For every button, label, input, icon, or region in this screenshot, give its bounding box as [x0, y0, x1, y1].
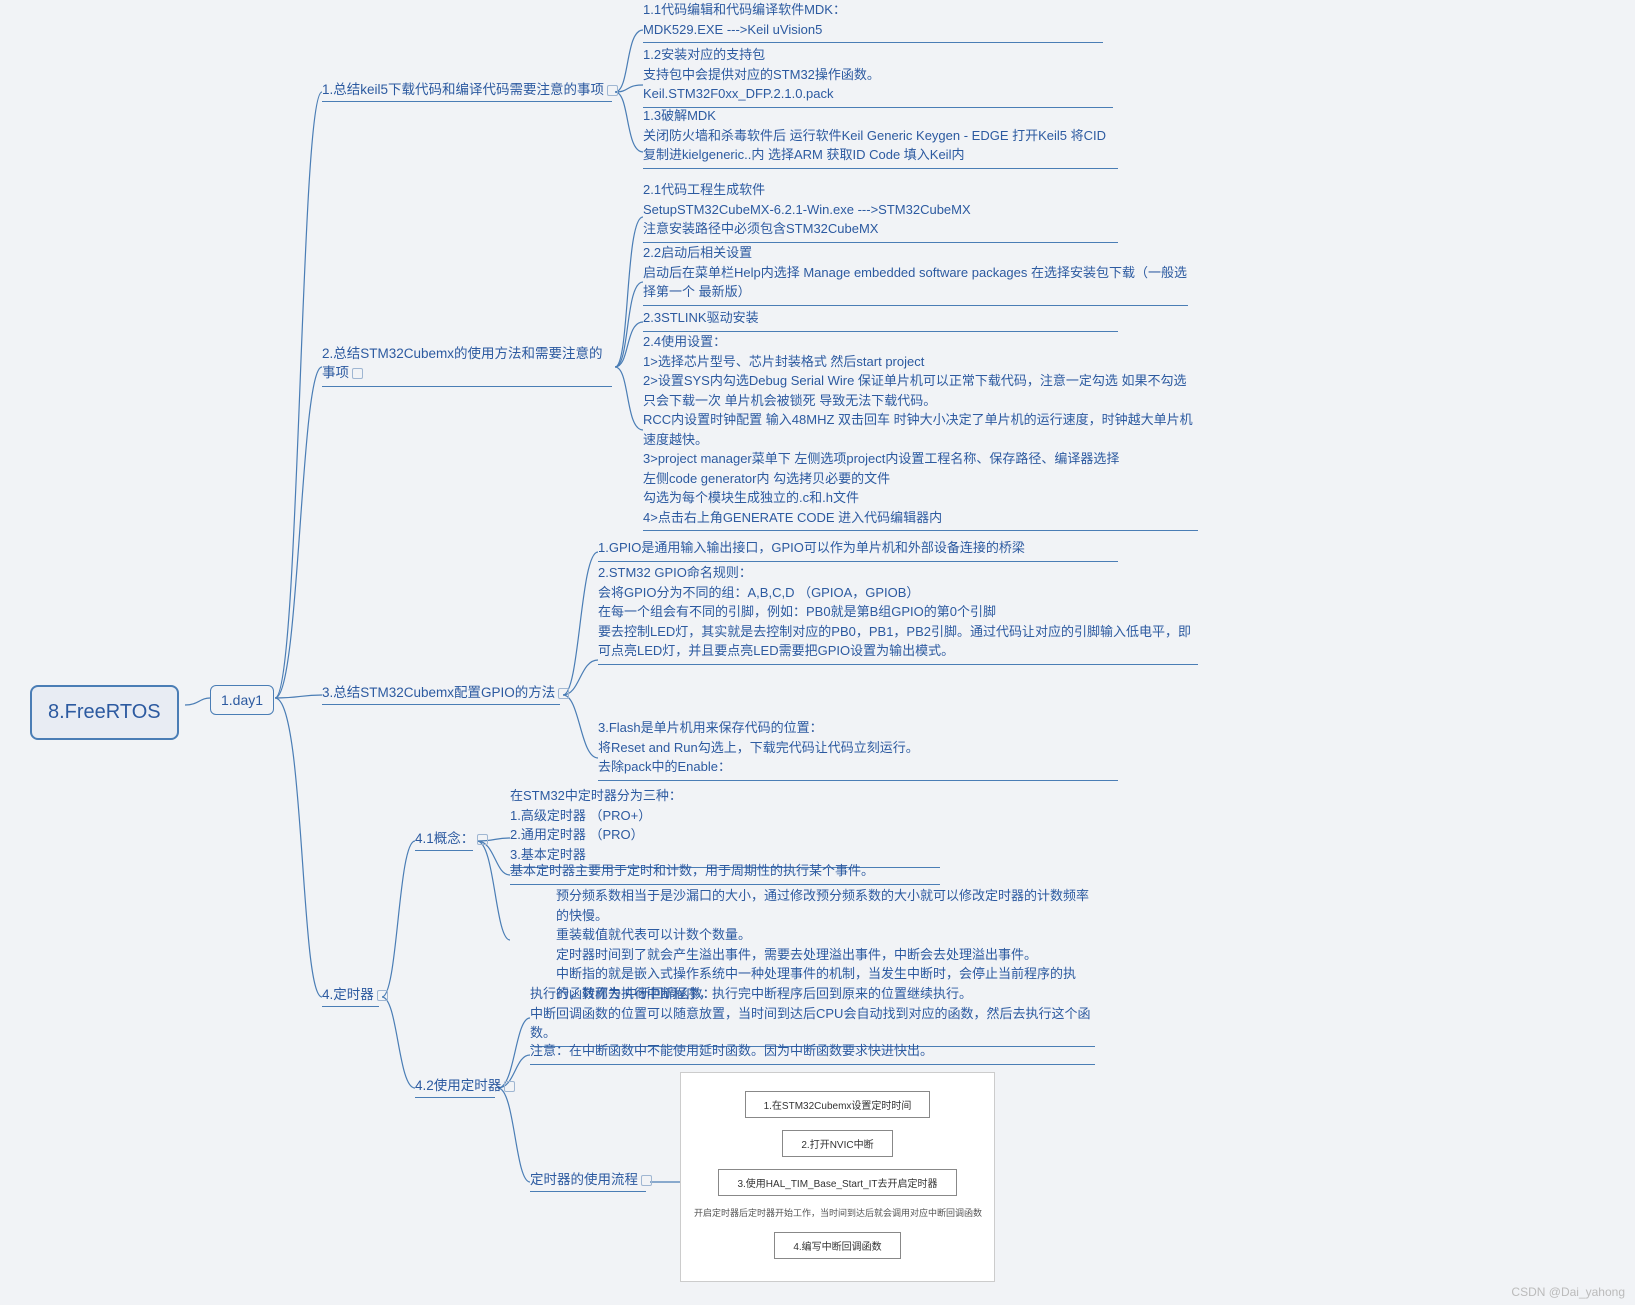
- branch-4[interactable]: 4.定时器: [322, 983, 379, 1007]
- timer-flow-image: 1.在STM32Cubemx设置定时时间 2.打开NVIC中断 3.使用HAL_…: [680, 1072, 995, 1282]
- note-icon: [504, 1081, 515, 1092]
- flow-step-3: 3.使用HAL_TIM_Base_Start_IT去开启定时器: [718, 1169, 956, 1196]
- flow-step-2: 2.打开NVIC中断: [782, 1130, 892, 1157]
- leaf-2-4[interactable]: 2.4使用设置： 1>选择芯片型号、芯片封装格式 然后start project…: [643, 332, 1198, 531]
- flow-note: 开启定时器后定时器开始工作，当时间到达后就会调用对应中断回调函数: [685, 1208, 982, 1220]
- branch-4-1[interactable]: 4.1概念：: [415, 827, 473, 851]
- branch-4-2[interactable]: 4.2使用定时器: [415, 1074, 495, 1098]
- branch-3-label: 3.总结STM32Cubemx配置GPIO的方法: [322, 685, 555, 700]
- leaf-1-2[interactable]: 1.2安装对应的支持包 支持包中会提供对应的STM32操作函数。 Keil.ST…: [643, 45, 1113, 108]
- branch-4-label: 4.定时器: [322, 987, 374, 1002]
- branch-3[interactable]: 3.总结STM32Cubemx配置GPIO的方法: [322, 681, 560, 705]
- leaf-3-2[interactable]: 2.STM32 GPIO命名规则： 会将GPIO分为不同的组：A,B,C,D （…: [598, 563, 1198, 665]
- leaf-3-3[interactable]: 3.Flash是单片机用来保存代码的位置： 将Reset and Run勾选上，…: [598, 718, 1118, 781]
- leaf-2-1[interactable]: 2.1代码工程生成软件 SetupSTM32CubeMX-6.2.1-Win.e…: [643, 180, 1118, 243]
- flow-step-4: 4.编写中断回调函数: [774, 1232, 900, 1259]
- note-icon: [558, 688, 569, 699]
- note-icon: [352, 368, 363, 379]
- leaf-1-3[interactable]: 1.3破解MDK 关闭防火墙和杀毒软件后 运行软件Keil Generic Ke…: [643, 106, 1118, 169]
- leaf-2-2[interactable]: 2.2启动后相关设置 启动后在菜单栏Help内选择 Manage embedde…: [643, 243, 1188, 306]
- flow-step-1: 1.在STM32Cubemx设置定时时间: [745, 1091, 931, 1118]
- leaf-4-2-a[interactable]: 执行的函数称为 中断回调函数： 中断回调函数的位置可以随意放置，当时间到达后CP…: [530, 984, 1095, 1047]
- leaf-4-1-b[interactable]: 基本定时器主要用于定时和计数，用于周期性的执行某个事件。: [510, 861, 940, 885]
- branch-4-2-label: 4.2使用定时器: [415, 1078, 501, 1093]
- root-node[interactable]: 8.FreeRTOS: [30, 685, 179, 740]
- leaf-1-1[interactable]: 1.1代码编辑和代码编译软件MDK： MDK529.EXE --->Keil u…: [643, 0, 1103, 43]
- branch-1[interactable]: 1.总结keil5下载代码和编译代码需要注意的事项: [322, 78, 612, 102]
- branch-1-label: 1.总结keil5下载代码和编译代码需要注意的事项: [322, 82, 604, 97]
- leaf-3-1[interactable]: 1.GPIO是通用输入输出接口，GPIO可以作为单片机和外部设备连接的桥梁: [598, 538, 1118, 562]
- note-icon: [607, 85, 618, 96]
- note-icon: [641, 1175, 652, 1186]
- node-day1[interactable]: 1.day1: [210, 685, 274, 715]
- branch-2[interactable]: 2.总结STM32Cubemx的使用方法和需要注意的事项: [322, 345, 612, 387]
- watermark: CSDN @Dai_yahong: [1511, 1285, 1625, 1299]
- branch-4-1-label: 4.1概念：: [415, 831, 474, 846]
- branch-4-2-c-label: 定时器的使用流程: [530, 1172, 638, 1187]
- branch-4-2-c[interactable]: 定时器的使用流程: [530, 1168, 646, 1192]
- leaf-4-2-b[interactable]: 注意：在中断函数中不能使用延时函数。因为中断函数要求快进快出。: [530, 1041, 1095, 1065]
- branch-2-label: 2.总结STM32Cubemx的使用方法和需要注意的事项: [322, 346, 603, 380]
- note-icon: [477, 834, 488, 845]
- note-icon: [377, 990, 388, 1001]
- leaf-2-3[interactable]: 2.3STLINK驱动安装: [643, 308, 1118, 332]
- leaf-4-1-a[interactable]: 在STM32中定时器分为三种： 1.高级定时器 （PRO+） 2.通用定时器 （…: [510, 786, 940, 868]
